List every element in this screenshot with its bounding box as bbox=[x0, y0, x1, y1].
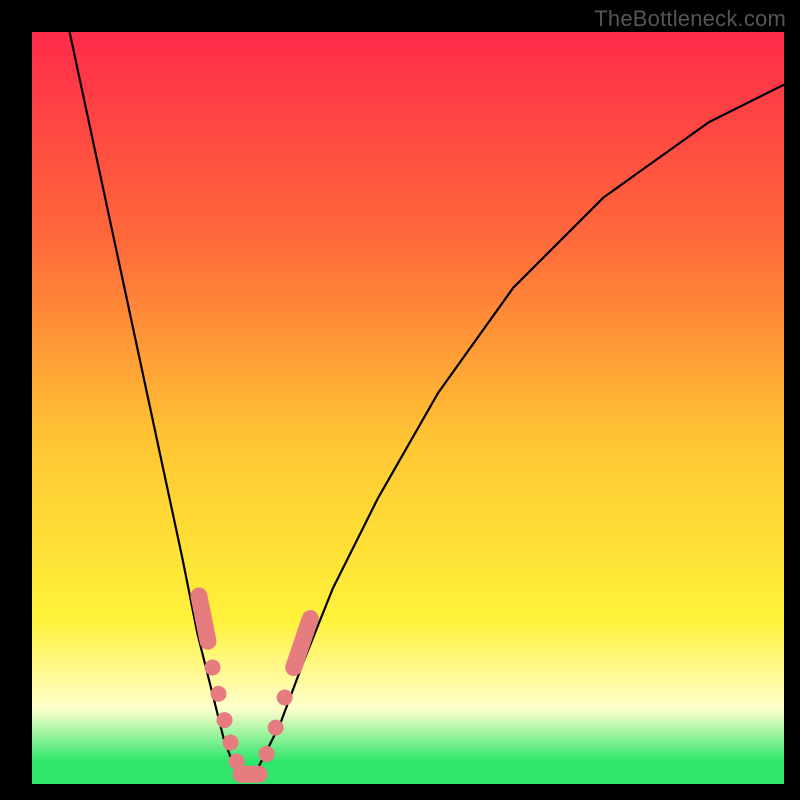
marker-dot bbox=[259, 746, 275, 762]
plot-area bbox=[32, 32, 784, 784]
bottleneck-curve bbox=[70, 32, 784, 780]
marker-dot bbox=[223, 735, 239, 751]
marker-dot bbox=[211, 686, 227, 702]
curve-svg bbox=[32, 32, 784, 784]
marker-dot bbox=[277, 690, 293, 706]
marker-capsule bbox=[199, 596, 208, 641]
chart-frame: TheBottleneck.com bbox=[0, 0, 800, 800]
marker-dot bbox=[217, 712, 233, 728]
marker-dot bbox=[204, 659, 220, 675]
marker-capsule bbox=[294, 619, 311, 668]
marker-dot bbox=[268, 720, 284, 736]
watermark-text: TheBottleneck.com bbox=[594, 6, 786, 32]
